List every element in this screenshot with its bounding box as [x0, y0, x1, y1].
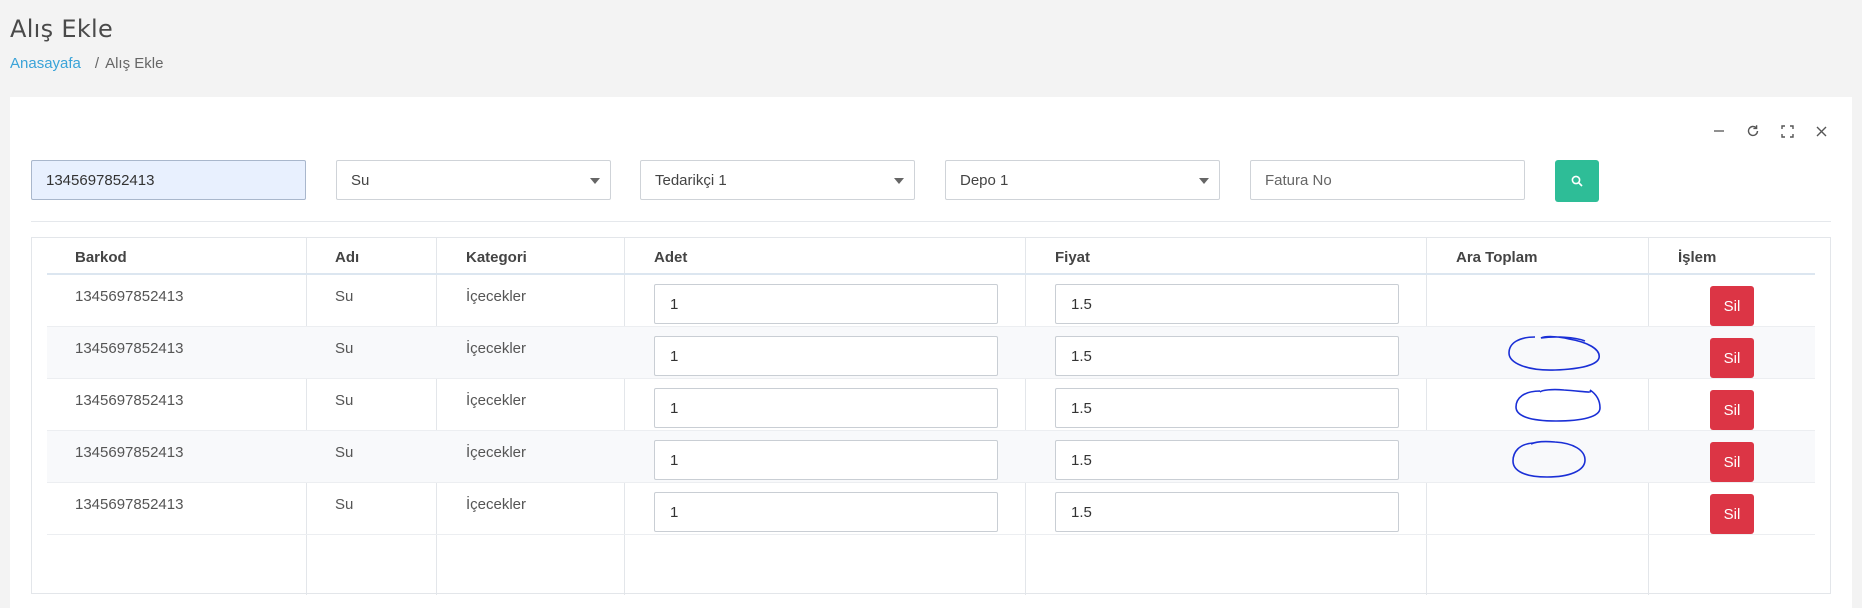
- purchase-card: 1345697852413 Su Tedarikçi 1 Depo 1 Fatu…: [10, 97, 1852, 608]
- column-header-ara-toplam[interactable]: Ara Toplam: [1456, 249, 1537, 266]
- price-input[interactable]: 1.5: [1055, 440, 1399, 480]
- table-row: 1345697852413 Su İçecekler 1 1.5 Sil: [47, 275, 1815, 327]
- chevron-down-icon: [894, 178, 904, 184]
- table-row: 1345697852413 Su İçecekler 1 1.5 Sil: [47, 379, 1815, 431]
- table-row: 1345697852413 Su İçecekler 1 1.5 Sil: [47, 483, 1815, 535]
- table-row: 1345697852413 Su İçecekler 1 1.5 Sil: [47, 431, 1815, 483]
- cell-barkod: 1345697852413: [75, 496, 184, 513]
- filter-divider: [31, 221, 1831, 222]
- breadcrumb: Anasayafa / Alış Ekle: [10, 55, 163, 72]
- invoice-number-input[interactable]: Fatura No: [1250, 160, 1525, 200]
- product-select-value: Su: [351, 171, 370, 189]
- cell-kategori: İçecekler: [466, 392, 527, 409]
- cell-barkod: 1345697852413: [75, 340, 184, 357]
- search-icon: [1571, 175, 1583, 187]
- delete-button[interactable]: Sil: [1710, 286, 1754, 326]
- delete-button[interactable]: Sil: [1710, 442, 1754, 482]
- delete-button[interactable]: Sil: [1710, 338, 1754, 378]
- cell-kategori: İçecekler: [466, 288, 527, 305]
- cell-adi: Su: [335, 340, 354, 357]
- card-tools: [1702, 119, 1838, 143]
- barcode-input[interactable]: 1345697852413: [31, 160, 306, 200]
- cell-barkod: 1345697852413: [75, 444, 184, 461]
- cell-barkod: 1345697852413: [75, 392, 184, 409]
- quantity-input[interactable]: 1: [654, 336, 998, 376]
- price-input[interactable]: 1.5: [1055, 492, 1399, 532]
- delete-button[interactable]: Sil: [1710, 494, 1754, 534]
- cell-adi: Su: [335, 444, 354, 461]
- price-input[interactable]: 1.5: [1055, 388, 1399, 428]
- quantity-input[interactable]: 1: [654, 388, 998, 428]
- purchase-table: Barkod Adı Kategori Adet Fiyat Ara Topla…: [31, 237, 1832, 595]
- fullscreen-icon[interactable]: [1770, 119, 1804, 143]
- column-header-kategori[interactable]: Kategori: [466, 249, 527, 266]
- quantity-input[interactable]: 1: [654, 284, 998, 324]
- supplier-select[interactable]: Tedarikçi 1: [640, 160, 915, 200]
- search-button[interactable]: [1555, 160, 1599, 202]
- quantity-input[interactable]: 1: [654, 440, 998, 480]
- cell-barkod: 1345697852413: [75, 288, 184, 305]
- close-icon[interactable]: [1804, 119, 1838, 143]
- column-header-fiyat[interactable]: Fiyat: [1055, 249, 1090, 266]
- chevron-down-icon: [590, 178, 600, 184]
- product-select[interactable]: Su: [336, 160, 611, 200]
- cell-adi: Su: [335, 288, 354, 305]
- delete-button[interactable]: Sil: [1710, 390, 1754, 430]
- hand-drawn-circle: [1508, 335, 1600, 371]
- refresh-icon[interactable]: [1736, 119, 1770, 143]
- warehouse-select-value: Depo 1: [960, 171, 1009, 189]
- column-header-adet[interactable]: Adet: [654, 249, 687, 266]
- breadcrumb-current: Alış Ekle: [105, 55, 164, 72]
- column-header-adi[interactable]: Adı: [335, 249, 359, 266]
- cell-kategori: İçecekler: [466, 340, 527, 357]
- table-row: 1345697852413 Su İçecekler 1 1.5 Sil: [47, 327, 1815, 379]
- cell-adi: Su: [335, 392, 354, 409]
- cell-adi: Su: [335, 496, 354, 513]
- column-header-barkod[interactable]: Barkod: [75, 249, 127, 266]
- breadcrumb-separator: /: [94, 55, 100, 72]
- chevron-down-icon: [1199, 178, 1209, 184]
- cell-kategori: İçecekler: [466, 444, 527, 461]
- quantity-input[interactable]: 1: [654, 492, 998, 532]
- price-input[interactable]: 1.5: [1055, 336, 1399, 376]
- cell-kategori: İçecekler: [466, 496, 527, 513]
- hand-drawn-circle: [1512, 440, 1586, 478]
- hand-drawn-circle: [1515, 388, 1601, 422]
- breadcrumb-home-link[interactable]: Anasayafa: [10, 55, 81, 72]
- page-title: Alış Ekle: [10, 15, 114, 43]
- price-input[interactable]: 1.5: [1055, 284, 1399, 324]
- column-header-islem[interactable]: İşlem: [1678, 249, 1716, 266]
- warehouse-select[interactable]: Depo 1: [945, 160, 1220, 200]
- table-header: Barkod Adı Kategori Adet Fiyat Ara Topla…: [32, 238, 1832, 274]
- supplier-select-value: Tedarikçi 1: [655, 171, 727, 189]
- minimize-icon[interactable]: [1702, 119, 1736, 143]
